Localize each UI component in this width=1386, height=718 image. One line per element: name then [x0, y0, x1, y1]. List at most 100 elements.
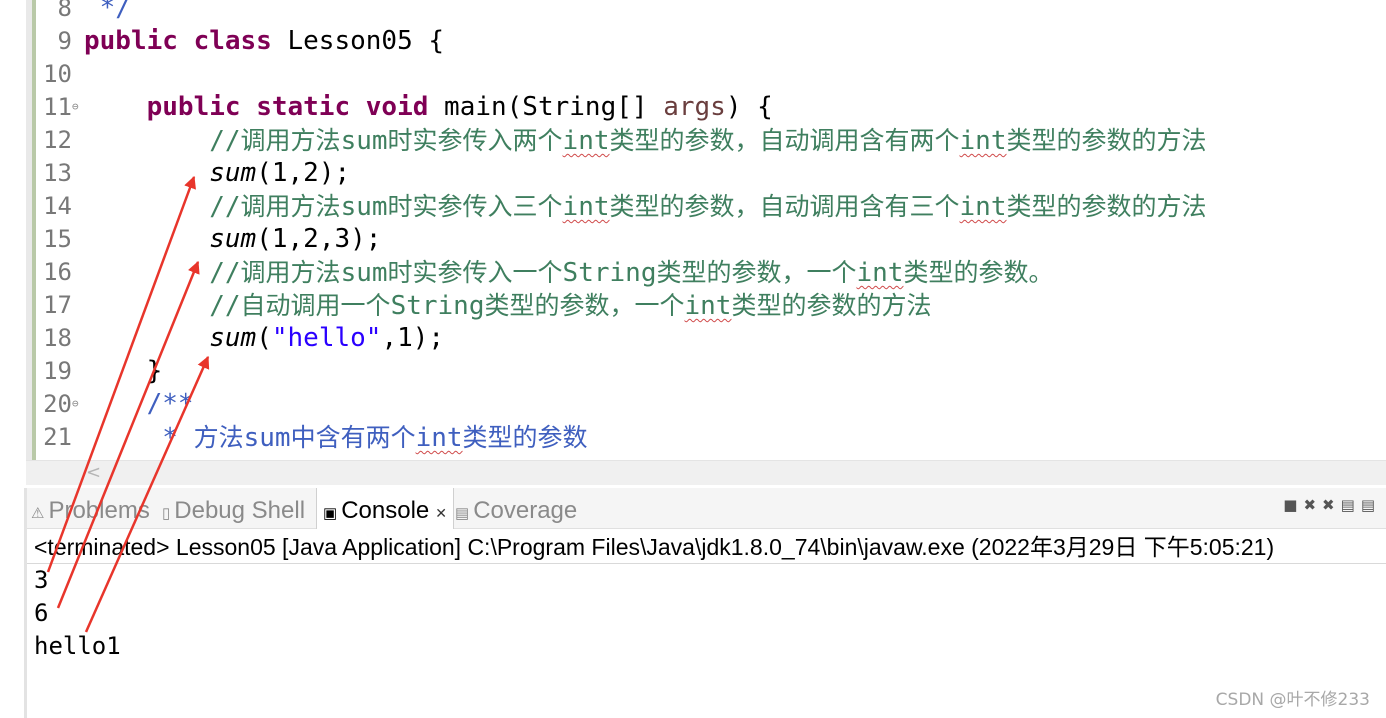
line-number: 21 [43, 423, 72, 451]
code-token: 时实参传入两个 [387, 126, 563, 155]
scroll-left-arrow-icon[interactable]: < [86, 461, 101, 485]
code-token: sum [209, 224, 257, 254]
code-token: sum [209, 158, 257, 188]
code-line[interactable]: 21 * 方法sum中含有两个int类型的参数 [0, 421, 1386, 454]
line-number: 13 [43, 159, 72, 187]
code-line[interactable]: 16 //调用方法sum时实参传入一个String类型的参数，一个int类型的参… [0, 256, 1386, 289]
code-token: 中含有两个 [290, 423, 416, 452]
code-line[interactable]: 13 sum(1,2); [0, 157, 1386, 190]
console-output-line: 6 [34, 599, 49, 627]
code-token: main(String[] [428, 92, 664, 122]
line-number: 15 [43, 225, 72, 253]
tab-coverage[interactable]: ▤ Coverage [455, 488, 577, 528]
code-line[interactable]: 10 [0, 58, 1386, 91]
fold-toggle-icon[interactable]: ⊖ [72, 101, 79, 113]
code-line[interactable]: 17 //自动调用一个String类型的参数，一个int类型的参数的方法 [0, 289, 1386, 322]
problems-icon: ⚠ [31, 505, 45, 522]
code-token: } [84, 356, 163, 386]
code-text: public class Lesson05 { [84, 25, 444, 58]
scroll-lock-icon[interactable]: ▤ [1361, 496, 1381, 514]
code-text: sum(1,2); [84, 157, 350, 190]
code-token: int [684, 291, 732, 321]
code-line[interactable]: 20 ⊖ /** [0, 388, 1386, 421]
tab-label: Console [341, 497, 430, 524]
code-line[interactable]: 9 public class Lesson05 { [0, 25, 1386, 58]
code-text: } [84, 355, 163, 388]
code-line[interactable]: 15 sum(1,2,3); [0, 223, 1386, 256]
coverage-icon: ▤ [455, 505, 470, 522]
tab-console[interactable]: ▣ Console ✕ [316, 488, 454, 529]
code-token: Lesson05 { [271, 26, 445, 56]
code-token: 类型的参数，一个 [484, 291, 685, 320]
code-token: int [562, 192, 610, 222]
code-token: int [856, 258, 904, 288]
code-text: public static void main(String[] args) { [84, 91, 773, 124]
close-icon[interactable]: ✕ [435, 505, 447, 521]
remove-all-terminated-icon[interactable]: ✖ [1322, 496, 1341, 514]
console-toolbar: ■✖✖▤▤ [1283, 496, 1381, 514]
code-token: public class [84, 26, 272, 56]
code-token: (1,2,3); [256, 224, 382, 254]
code-token: 类型的参数的方法 [1006, 192, 1207, 221]
code-token: int [562, 126, 610, 156]
line-number: 8 [57, 0, 72, 22]
code-token: // [84, 291, 241, 321]
code-token: public static void [146, 92, 429, 122]
code-token: 类型的参数的方法 [1006, 126, 1207, 155]
code-text: /** [84, 388, 194, 421]
code-token: ,1); [381, 323, 445, 353]
code-token: sum [340, 126, 388, 156]
code-text: * 方法sum中含有两个int类型的参数 [84, 421, 588, 455]
line-number: 9 [57, 27, 72, 55]
line-number: 20 [43, 390, 72, 418]
fold-toggle-icon[interactable]: ⊖ [72, 398, 79, 410]
tab-debug-shell[interactable]: ▯ Debug Shell [162, 488, 305, 528]
code-line[interactable]: 14 //调用方法sum时实参传入三个int类型的参数，自动调用含有三个int类… [0, 190, 1386, 223]
code-token: ) { [725, 92, 773, 122]
code-token: // [84, 258, 241, 288]
line-number: 11 [43, 93, 72, 121]
code-text: sum(1,2,3); [84, 223, 381, 256]
code-token: ( [256, 323, 272, 353]
divider [27, 563, 1386, 564]
code-line[interactable]: 18 sum("hello",1); [0, 322, 1386, 355]
code-token: // [84, 192, 241, 222]
code-token: int [959, 126, 1007, 156]
code-token: 调用方法 [240, 126, 341, 155]
code-token: int [959, 192, 1007, 222]
terminated-status: <terminated> Lesson05 [Java Application]… [34, 534, 1275, 560]
console-icon: ▣ [323, 505, 338, 522]
code-text: //自动调用一个String类型的参数，一个int类型的参数的方法 [84, 289, 931, 323]
view-tab-bar: ⚠ Problems ▯ Debug Shell ▣ Console ✕ ▤ Covera… [27, 488, 1386, 529]
code-text: */ [84, 0, 131, 25]
code-line[interactable]: 8 */ [0, 0, 1386, 25]
clear-console-icon[interactable]: ▤ [1341, 496, 1361, 514]
code-token: String [390, 291, 485, 321]
console-view: ⚠ Problems ▯ Debug Shell ▣ Console ✕ ▤ Covera… [24, 488, 1386, 718]
line-number: 16 [43, 258, 72, 286]
code-token: 类型的参数，自动调用含有三个 [609, 192, 960, 221]
terminate-icon[interactable]: ■ [1283, 496, 1303, 514]
code-token: // [84, 126, 241, 156]
code-token: String [562, 258, 657, 288]
code-token: 时实参传入三个 [387, 192, 563, 221]
code-editor[interactable]: 8 */9 public class Lesson05 {10 11 ⊖ public… [0, 0, 1386, 460]
code-line[interactable]: 11 ⊖ public static void main(String[] arg… [0, 91, 1386, 124]
horizontal-scrollbar[interactable]: < [26, 460, 1386, 485]
tab-label: Problems [48, 497, 150, 524]
code-token: (1,2); [256, 158, 351, 188]
code-token: "hello" [271, 323, 382, 353]
code-token: 调用方法 [240, 258, 341, 287]
line-number: 18 [43, 324, 72, 352]
remove-launch-icon[interactable]: ✖ [1303, 496, 1322, 514]
tab-problems[interactable]: ⚠ Problems [31, 488, 150, 528]
code-token: 类型的参数 [462, 423, 588, 452]
code-line[interactable]: 12 //调用方法sum时实参传入两个int类型的参数，自动调用含有两个int类… [0, 124, 1386, 157]
code-line[interactable]: 19 } [0, 355, 1386, 388]
line-number: 10 [43, 60, 72, 88]
code-text: //调用方法sum时实参传入一个String类型的参数，一个int类型的参数。 [84, 256, 1053, 290]
